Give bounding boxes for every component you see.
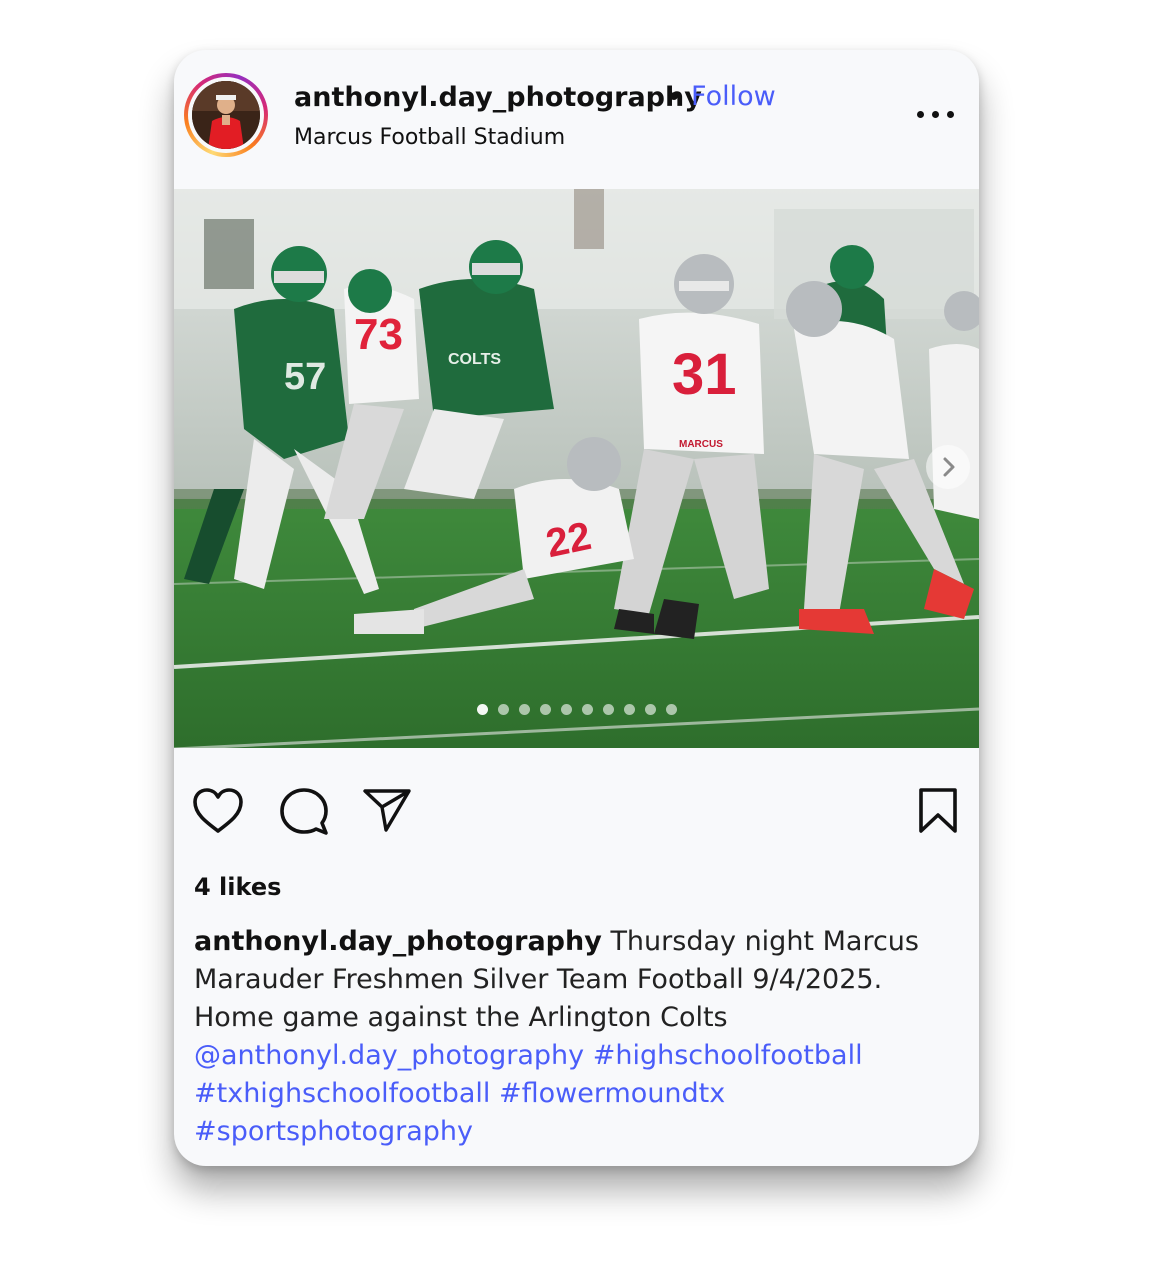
likes-count[interactable]: 4 likes <box>194 873 281 901</box>
post-caption: anthonyl.day_photography Thursday night … <box>194 923 964 1151</box>
share-button[interactable] <box>362 787 414 833</box>
carousel-dot <box>540 704 551 715</box>
carousel-dot <box>582 704 593 715</box>
carousel-next-button[interactable] <box>926 445 970 489</box>
follow-button[interactable]: Follow <box>691 81 776 112</box>
carousel-dot <box>603 704 614 715</box>
bookmark-icon <box>919 788 957 833</box>
paper-plane-icon <box>363 789 411 832</box>
like-button[interactable] <box>192 787 244 835</box>
jersey-number-57: 57 <box>284 356 326 398</box>
jersey-number-31: 31 <box>672 342 737 407</box>
avatar-border <box>188 77 264 153</box>
post-card: anthonyl.day_photography • Follow Marcus… <box>174 50 979 1166</box>
comment-bubble-icon <box>280 788 328 835</box>
avatar-image <box>192 81 260 149</box>
jersey-number-22: 22 <box>542 514 595 566</box>
carousel-dot <box>624 704 635 715</box>
more-options-icon[interactable] <box>917 108 957 122</box>
football-game-photo: 73 31 22 57 COLTS MARCUS <box>174 189 979 748</box>
caption-hashtag[interactable]: #highschoolfootball <box>593 1040 863 1071</box>
caption-mention[interactable]: @anthonyl.day_photography <box>194 1040 584 1071</box>
header-separator: • <box>666 82 682 113</box>
carousel-dot <box>498 704 509 715</box>
chevron-right-icon <box>943 457 955 477</box>
avatar[interactable] <box>192 81 260 149</box>
caption-hashtag[interactable]: #flowermoundtx <box>499 1078 725 1109</box>
story-ring[interactable] <box>184 73 268 157</box>
jersey-number-73: 73 <box>354 310 403 359</box>
caption-username[interactable]: anthonyl.day_photography <box>194 926 602 957</box>
carousel-dot <box>477 704 488 715</box>
carousel-dot <box>561 704 572 715</box>
post-photo[interactable]: 73 31 22 57 COLTS MARCUS <box>174 189 979 748</box>
heart-icon <box>193 788 243 833</box>
comment-button[interactable] <box>278 787 330 837</box>
post-location[interactable]: Marcus Football Stadium <box>294 125 565 150</box>
carousel-dot <box>645 704 656 715</box>
carousel-dot <box>666 704 677 715</box>
jersey-text-colts: COLTS <box>448 351 501 368</box>
caption-hashtag[interactable]: #txhighschoolfootball <box>194 1078 490 1109</box>
save-button[interactable] <box>917 787 959 835</box>
pants-text-marcus: MARCUS <box>679 439 723 450</box>
post-username[interactable]: anthonyl.day_photography <box>294 82 702 113</box>
caption-hashtag[interactable]: #sportsphotography <box>194 1116 473 1147</box>
carousel-dot <box>519 704 530 715</box>
